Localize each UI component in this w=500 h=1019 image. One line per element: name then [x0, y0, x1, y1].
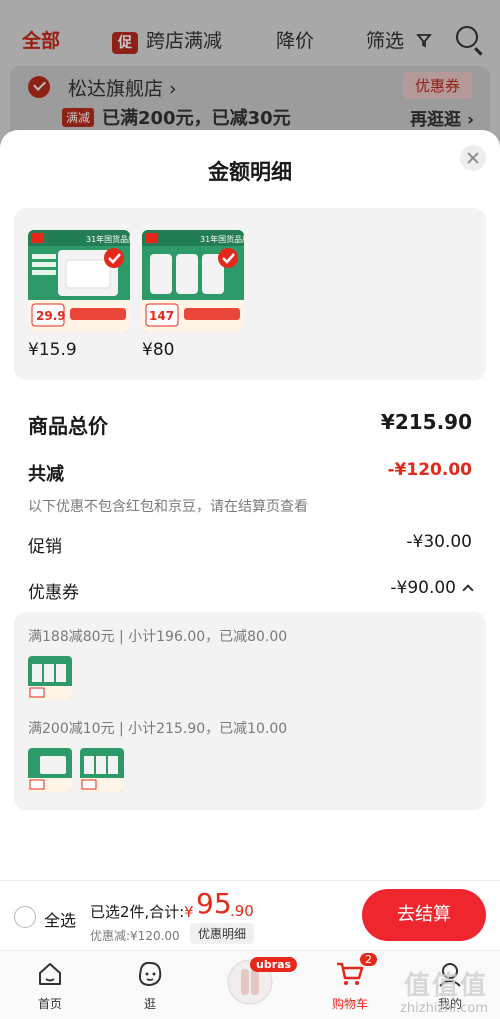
browse-more-link[interactable]: 再逛逛 ›	[410, 105, 474, 130]
cart-filter-tabs: 全部 促跨店满减 降价 筛选	[0, 18, 500, 58]
tab-filter[interactable]: 筛选	[366, 26, 432, 53]
product-thumbnail	[80, 748, 124, 792]
home-icon	[35, 959, 65, 989]
shop-name[interactable]: 松达旗舰店 ›	[68, 74, 177, 101]
coupon-value: -¥90.00	[390, 578, 456, 598]
total-reduce-value: -¥120.00	[387, 460, 473, 480]
total-currency: ¥	[184, 903, 194, 921]
product-image-wipes: 31年国货品牌 147	[142, 230, 244, 332]
tab-home-label: 首页	[37, 997, 62, 1011]
coupon-detail-line: 满200减10元 | 小计215.90，已减10.00	[28, 721, 288, 737]
total-reduce-label: 共减	[28, 464, 64, 485]
product-price: ¥15.9	[28, 340, 77, 360]
bottom-tab-bar: 首页 逛 ubras 购物车 2 我的 值值值 zhizhizhi.com	[0, 950, 500, 1019]
promo-value: -¥30.00	[406, 532, 472, 552]
close-icon[interactable]	[460, 145, 486, 171]
tab-cart-label: 购物车	[331, 997, 368, 1011]
total-amount-decimal: .90	[230, 902, 254, 920]
discount-detail-button[interactable]: 优惠明细	[190, 923, 255, 944]
coupon-value-wrap: -¥90.00	[390, 578, 474, 598]
coupon-detail-line: 满188减80元 | 小计196.00，已减80.00	[28, 629, 288, 645]
watermark-url: zhizhizhi.com	[400, 1001, 488, 1016]
tab-filter-label: 筛选	[366, 30, 405, 52]
total-price-value: ¥215.90	[380, 410, 472, 434]
product-badge-price: 147	[149, 309, 174, 323]
checkout-button[interactable]: 去结算	[362, 889, 486, 941]
sheet-title: 金额明细	[208, 160, 292, 184]
filter-icon	[416, 34, 432, 48]
browse-face-icon	[135, 959, 165, 989]
tab-home[interactable]: 首页	[15, 959, 85, 1012]
amount-detail-sheet: 金额明细 31年国货品牌 29.9	[0, 130, 500, 1019]
select-all-checkbox[interactable]	[14, 906, 36, 928]
product-list: 31年国货品牌 29.9 ¥15.9	[14, 208, 486, 380]
product-thumbnail	[28, 656, 72, 700]
product-thumbnail	[28, 748, 72, 792]
product-image-tissue: 31年国货品牌 29.9	[28, 230, 130, 332]
tab-browse[interactable]: 逛	[115, 959, 185, 1012]
product-badge-price: 29.9	[36, 309, 66, 323]
product-item[interactable]: 31年国货品牌 29.9 ¥15.9	[28, 230, 130, 360]
tab-cart[interactable]: 购物车	[315, 959, 385, 1012]
select-all-label[interactable]: 全选	[44, 907, 76, 931]
watermark-logo: 值值值	[403, 971, 488, 1001]
tab-price-drop[interactable]: 降价	[276, 26, 314, 53]
product-banner-text: 31年国货品牌	[200, 234, 244, 244]
full-reduce-tag: 满减	[62, 108, 95, 127]
coupon-thumbs	[28, 656, 72, 700]
tab-cross-store-label: 跨店满减	[146, 30, 223, 52]
product-banner-text: 31年国货品牌	[86, 234, 130, 244]
coupon-label: 优惠券	[28, 583, 79, 603]
discount-note: 以下优惠不包含红包和京豆，请在结算页查看	[28, 499, 308, 515]
cart-background: 全部 促跨店满减 降价 筛选 松达旗舰店 › 优惠券 满减 已满200元，已减3…	[0, 0, 500, 150]
total-price-label: 商品总价	[28, 414, 108, 438]
product-item[interactable]: 31年国货品牌 147 ¥80	[142, 230, 244, 360]
full-reduce-text: 已满200元，已减30元	[102, 108, 291, 129]
chevron-up-icon[interactable]	[462, 584, 474, 596]
search-icon[interactable]	[456, 26, 478, 48]
selected-count: 已选2件,合计:	[90, 903, 185, 921]
shop-checkbox[interactable]	[28, 76, 50, 98]
promo-label: 促销	[28, 537, 62, 557]
promo-tag: 促	[112, 32, 138, 54]
checkout-bar: 全选 已选2件,合计: ¥ 95 .90 优惠减:¥120.00 优惠明细 去结…	[0, 880, 500, 950]
tab-all[interactable]: 全部	[22, 26, 60, 53]
discount-summary: 优惠减:¥120.00	[90, 929, 180, 943]
tab-cross-store-discount[interactable]: 促跨店满减	[112, 26, 222, 54]
coupon-thumbs	[28, 748, 124, 792]
shop-coupon-button[interactable]: 优惠券	[402, 72, 472, 99]
ubras-badge: ubras	[250, 957, 298, 972]
tab-browse-label: 逛	[143, 997, 156, 1011]
cart-count-badge: 2	[360, 953, 377, 966]
product-price: ¥80	[142, 340, 175, 360]
total-amount-integer: 95	[196, 887, 232, 920]
coupon-detail-box: 满188减80元 | 小计196.00，已减80.00 满200减10元 | 小…	[14, 612, 486, 810]
